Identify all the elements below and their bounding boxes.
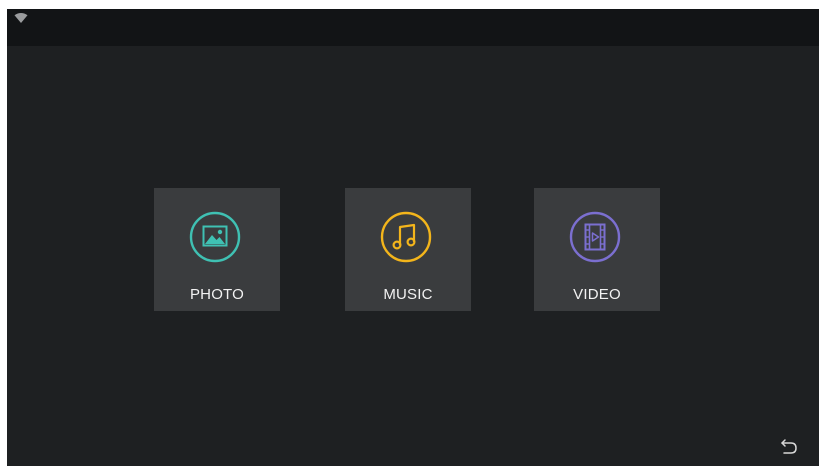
status-bar [7,9,819,46]
music-label: MUSIC [383,286,433,303]
video-label: VIDEO [573,286,621,303]
video-film-icon [569,211,621,263]
music-tile[interactable]: MUSIC [345,188,471,311]
back-arrow-icon[interactable] [779,436,799,456]
music-note-icon [380,211,432,263]
photo-tile[interactable]: PHOTO [154,188,280,311]
media-home-screen: PHOTO MUSIC VIDEO [7,9,819,466]
video-tile[interactable]: VIDEO [534,188,660,311]
photo-icon [189,211,241,263]
photo-label: PHOTO [189,286,245,303]
wifi-icon [14,13,28,23]
